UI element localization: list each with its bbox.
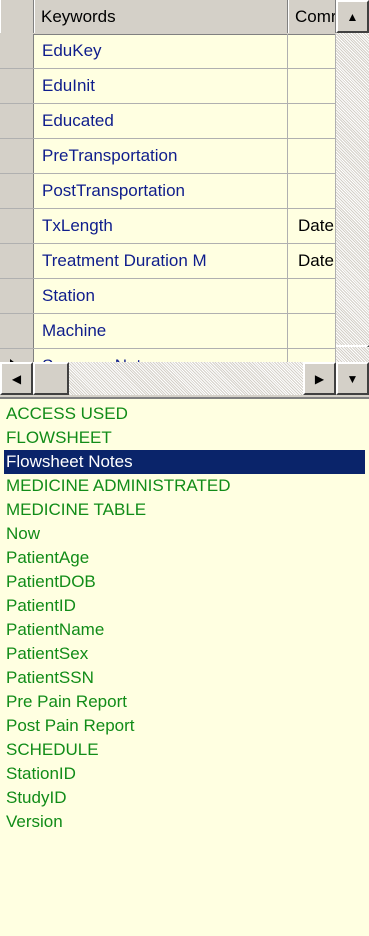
vertical-scroll-thumb[interactable] (336, 345, 369, 347)
keyword-cell[interactable]: TxLength (34, 209, 288, 243)
list-item[interactable]: PatientID (4, 594, 365, 618)
list-item[interactable]: Pre Pain Report (4, 690, 365, 714)
row-selector[interactable] (0, 314, 34, 348)
comment-cell[interactable] (288, 139, 336, 173)
keyword-cell[interactable]: Station (34, 279, 288, 313)
arrow-down-icon: ▼ (346, 371, 359, 386)
keyword-list[interactable]: ACCESS USED FLOWSHEET Flowsheet Notes MEDIC… (0, 397, 369, 936)
row-selector[interactable] (0, 139, 34, 173)
list-item[interactable]: PatientSex (4, 642, 365, 666)
list-item[interactable]: Now (4, 522, 365, 546)
horizontal-scroll-thumb[interactable] (33, 362, 69, 395)
row-selector[interactable] (0, 244, 34, 278)
comment-cell[interactable] (288, 174, 336, 208)
table-row[interactable]: Educated (0, 104, 336, 139)
keyword-cell[interactable]: PreTransportation (34, 139, 288, 173)
table-row[interactable]: EduInit (0, 69, 336, 104)
scroll-up-button[interactable]: ▲ (336, 0, 369, 33)
keyword-grid[interactable]: Keywords Comr EduKey EduInit Educated PreTr… (0, 0, 369, 395)
comment-cell[interactable] (288, 314, 336, 348)
arrow-right-icon: ▶ (314, 371, 325, 386)
comment-cell[interactable] (288, 69, 336, 103)
row-selector[interactable] (0, 174, 34, 208)
comment-cell[interactable] (288, 279, 336, 313)
row-selector[interactable] (0, 69, 34, 103)
grid-header: Keywords Comr (0, 0, 369, 35)
list-item[interactable]: StationID (4, 762, 365, 786)
comment-cell[interactable] (288, 104, 336, 138)
list-item[interactable]: Version (4, 810, 365, 834)
table-row[interactable]: TxLength Date (0, 209, 336, 244)
comment-cell[interactable]: Date (288, 244, 336, 278)
scroll-down-button[interactable]: ▼ (336, 362, 369, 395)
table-row[interactable]: EduKey (0, 34, 336, 69)
column-header-keywords[interactable]: Keywords (34, 0, 288, 33)
table-row[interactable]: Treatment Duration M Date (0, 244, 336, 279)
vertical-scrollbar[interactable]: ▲ ▼ (336, 0, 369, 395)
list-item[interactable]: PatientDOB (4, 570, 365, 594)
arrow-left-icon: ◀ (11, 371, 22, 386)
list-item[interactable]: PatientSSN (4, 666, 365, 690)
list-item[interactable]: PatientAge (4, 546, 365, 570)
scroll-left-button[interactable]: ◀ (0, 362, 33, 395)
list-item[interactable]: SCHEDULE (4, 738, 365, 762)
horizontal-scrollbar[interactable]: ◀ ▶ (0, 362, 336, 395)
keyword-cell[interactable]: Machine (34, 314, 288, 348)
column-header-comment[interactable]: Comr (288, 0, 336, 33)
list-item[interactable]: FLOWSHEET (4, 426, 365, 450)
row-selector[interactable] (0, 104, 34, 138)
list-item[interactable]: Flowsheet Notes (4, 450, 365, 474)
list-item[interactable]: MEDICINE TABLE (4, 498, 365, 522)
keyword-cell[interactable]: PostTransportation (34, 174, 288, 208)
keyword-cell[interactable]: Educated (34, 104, 288, 138)
comment-cell[interactable]: Date (288, 209, 336, 243)
row-selector[interactable] (0, 279, 34, 313)
scroll-right-button[interactable]: ▶ (303, 362, 336, 395)
list-item[interactable]: Post Pain Report (4, 714, 365, 738)
keyword-cell[interactable]: EduInit (34, 69, 288, 103)
list-item[interactable]: ACCESS USED (4, 402, 365, 426)
keyword-cell[interactable]: EduKey (34, 34, 288, 68)
list-item[interactable]: PatientName (4, 618, 365, 642)
table-row[interactable]: Machine (0, 314, 336, 349)
row-selector[interactable] (0, 209, 34, 243)
arrow-up-icon: ▲ (346, 9, 359, 24)
table-row[interactable]: PreTransportation (0, 139, 336, 174)
grid-corner (0, 0, 34, 33)
list-item[interactable]: MEDICINE ADMINISTRATED (4, 474, 365, 498)
comment-cell[interactable] (288, 34, 336, 68)
table-row[interactable]: Station (0, 279, 336, 314)
table-row[interactable]: PostTransportation (0, 174, 336, 209)
list-item[interactable]: StudyID (4, 786, 365, 810)
keyword-cell[interactable]: Treatment Duration M (34, 244, 288, 278)
row-selector[interactable] (0, 34, 34, 68)
